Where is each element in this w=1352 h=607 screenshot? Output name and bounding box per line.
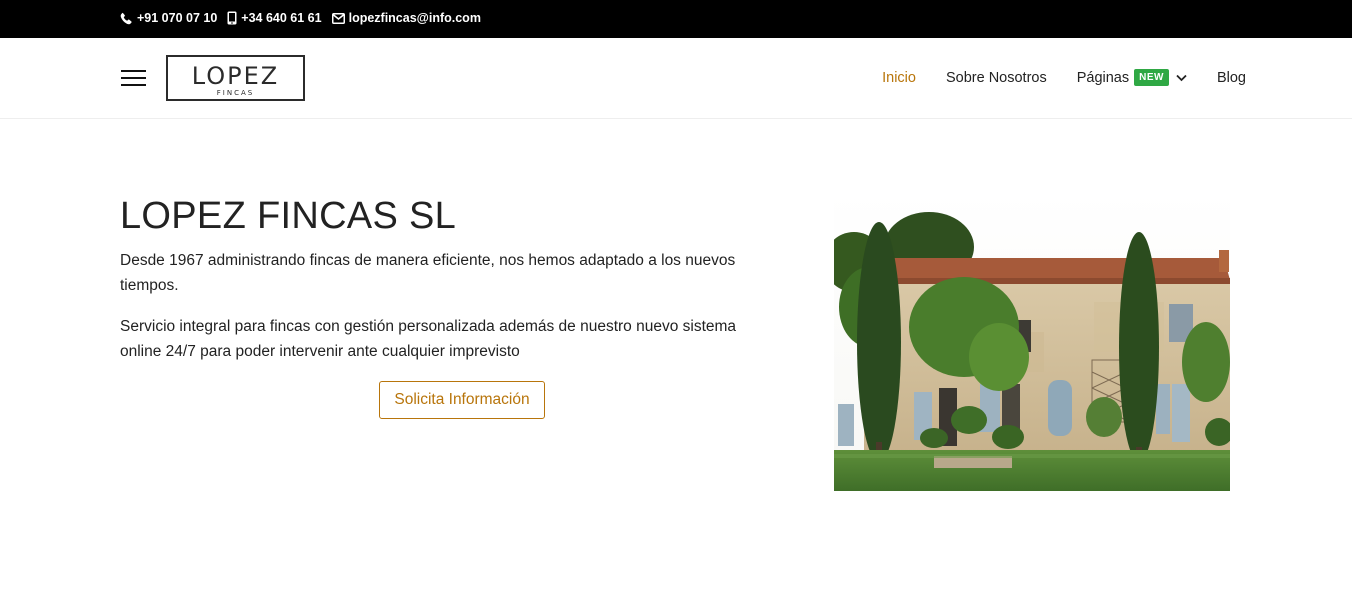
nav-item-sobre-nosotros[interactable]: Sobre Nosotros — [946, 70, 1047, 86]
mobile-number: +34 640 61 61 — [241, 11, 322, 25]
nav-item-blog[interactable]: Blog — [1217, 70, 1246, 86]
phone-contact[interactable]: +91 070 07 10 — [120, 11, 217, 25]
main-nav: Inicio Sobre Nosotros Páginas NEW Blog — [882, 69, 1246, 86]
hero-paragraph-2: Servicio integral para fincas con gestió… — [120, 318, 737, 360]
farmhouse-photo — [834, 192, 1230, 491]
hamburger-icon[interactable] — [121, 70, 146, 86]
envelope-icon — [331, 12, 345, 24]
top-contact-bar: +91 070 07 10 +34 640 61 61 lopezfincas@… — [0, 0, 1352, 38]
logo-subtitle: FINCAS — [216, 89, 255, 97]
phone-number: +91 070 07 10 — [137, 11, 218, 25]
phone-icon — [120, 12, 132, 24]
nav-item-paginas-label: Páginas — [1076, 69, 1130, 86]
contact-list: +91 070 07 10 +34 640 61 61 lopezfincas@… — [120, 11, 481, 25]
request-info-button[interactable]: Solicita Información — [379, 381, 545, 419]
mobile-contact[interactable]: +34 640 61 61 — [227, 11, 322, 25]
new-badge: NEW — [1134, 69, 1169, 86]
site-header: LOPEZ FINCAS Inicio Sobre Nosotros Págin… — [0, 38, 1352, 119]
logo-title: LOPEZ — [191, 62, 280, 90]
email-address: lopezfincas@info.com — [348, 11, 481, 25]
chevron-down-icon — [1176, 74, 1187, 81]
nav-item-paginas[interactable]: Páginas NEW — [1077, 69, 1187, 86]
mobile-icon — [227, 11, 237, 25]
email-contact[interactable]: lopezfincas@info.com — [331, 11, 481, 25]
nav-item-inicio[interactable]: Inicio — [882, 70, 916, 86]
hero-title: LOPEZ FINCAS SL — [120, 195, 457, 237]
site-logo[interactable]: LOPEZ FINCAS — [166, 55, 305, 101]
hero-paragraph-1: Desde 1967 administrando fincas de maner… — [120, 252, 736, 294]
